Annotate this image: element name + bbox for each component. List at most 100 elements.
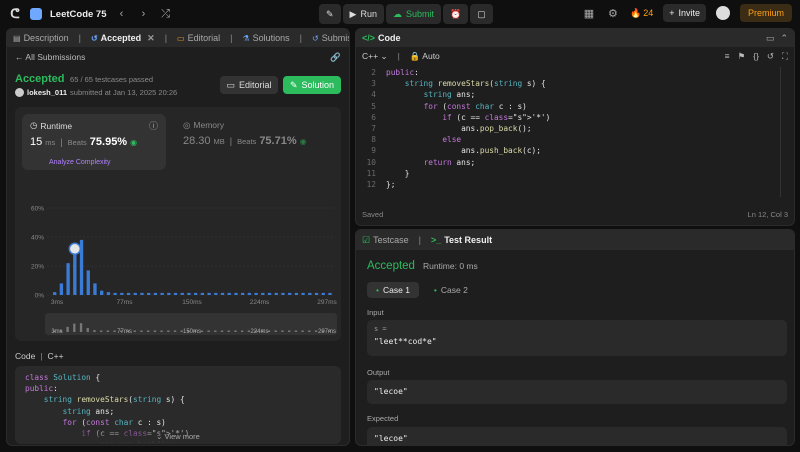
braces-icon[interactable]: {} <box>753 51 759 62</box>
navigator-bar <box>73 323 76 332</box>
format-icon[interactable]: ≡ <box>725 51 730 62</box>
chart-bar <box>301 292 305 295</box>
editor-scrollbar[interactable] <box>780 67 788 197</box>
case-1-label: Case 1 <box>382 285 410 295</box>
problem-list-title[interactable]: LeetCode 75 <box>50 9 107 20</box>
tab-code-label: Code <box>378 33 401 43</box>
status-text: Accepted <box>15 73 65 85</box>
notes-button[interactable]: ▢ <box>470 4 493 24</box>
line-number: 7 <box>371 124 376 134</box>
case-tabs: • Case 1 • Case 2 <box>367 282 477 298</box>
line-number: 11 <box>366 168 376 178</box>
input-box: s = "leet**cod*e" <box>367 320 787 356</box>
premium-button[interactable]: Premium <box>739 4 792 22</box>
invite-button[interactable]: + Invite <box>663 4 706 22</box>
code-line: string ans; <box>62 406 115 416</box>
navigator-bar <box>294 330 298 332</box>
tab-submissions[interactable]: ↺Submissions <box>312 33 349 43</box>
editor-line: 12}; <box>360 179 550 190</box>
editorial-button[interactable]: ▭ Editorial <box>220 76 278 94</box>
tab-test-result[interactable]: >_ Test Result <box>431 235 492 245</box>
tab-divider: | <box>164 33 168 43</box>
navigator-bar <box>160 330 163 332</box>
terminal-icon: >_ <box>430 235 442 245</box>
timer-button[interactable]: ⏰ <box>443 4 469 24</box>
case-1-tab[interactable]: • Case 1 <box>367 282 419 298</box>
editor-tabbar: </> Code ▭ ⌃ <box>356 29 794 47</box>
run-label: Run <box>360 9 377 19</box>
shuffle-icon[interactable]: ⤮ <box>159 8 173 21</box>
reset-icon[interactable]: ↺ <box>767 51 774 62</box>
navigator-bar <box>234 330 237 332</box>
chevron-up-icon[interactable]: ⌃ <box>780 33 788 44</box>
chart-bar <box>100 290 104 295</box>
bookmark-icon[interactable]: ⚑ <box>738 51 746 62</box>
editor-code[interactable]: 2 public: 3 string removeStars(string s) {… <box>360 67 551 190</box>
navigator-bar <box>147 330 150 332</box>
view-more-button[interactable]: ⌄ View more <box>15 432 341 441</box>
alarm-icon: ⏰ <box>450 8 462 19</box>
streak-counter[interactable]: 🔥 24 <box>630 8 653 19</box>
chart-bar <box>59 283 64 295</box>
submit-label: Submit <box>405 9 434 19</box>
chart-bar <box>261 292 265 295</box>
input-var: s = <box>374 325 387 333</box>
layout-icon[interactable]: ▦ <box>582 7 596 20</box>
result-tabbar: ☑ Testcase | >_ Test Result <box>356 230 794 250</box>
chart-bar <box>173 292 178 295</box>
code-editor-panel: </> Code ▭ ⌃ C++ ⌄ | 🔒 Auto ≡ ⚑ {} ↺ ⛶ 2p… <box>355 28 795 226</box>
input-label: Input <box>367 308 384 317</box>
all-submissions-link[interactable]: ← All Submissions <box>15 52 85 62</box>
navigator-bar <box>314 330 318 332</box>
navigator-bar <box>227 330 230 332</box>
share-link-icon[interactable]: 🔗 <box>330 52 341 63</box>
line-number: 6 <box>371 112 376 122</box>
code-divider: | <box>40 351 43 361</box>
line-number: 12 <box>366 180 376 190</box>
editor-line: 11 } <box>360 168 550 179</box>
leetcode-logo[interactable]: ᕦ <box>8 7 22 21</box>
close-tab-icon[interactable]: ✕ <box>147 33 155 44</box>
fullscreen-icon[interactable]: ⛶ <box>782 51 788 62</box>
chart-bar <box>294 292 299 295</box>
tab-description-label: Description <box>23 33 69 43</box>
tab-code[interactable]: </> Code <box>362 33 401 43</box>
next-problem-icon[interactable]: › <box>137 8 151 20</box>
minimize-icon[interactable]: ▭ <box>766 33 775 44</box>
solution-button[interactable]: ✎ Solution <box>283 76 341 94</box>
navigator-bar <box>153 330 157 332</box>
run-button[interactable]: ▶ Run <box>342 4 384 24</box>
invite-label: Invite <box>678 8 700 18</box>
settings-gear-icon[interactable]: ⚙ <box>606 7 620 20</box>
checkbox-icon: ☑ <box>362 234 371 245</box>
navigator-bar <box>301 330 304 332</box>
x-tick-label: 297ms <box>317 299 337 306</box>
editor-line: 3 string removeStars(string s) { <box>360 78 550 89</box>
navigator-bar <box>113 330 116 332</box>
line-number: 3 <box>371 79 376 89</box>
testcases-passed: 65 / 65 testcases passed <box>70 75 154 84</box>
submit-button[interactable]: ☁ Submit <box>385 4 441 24</box>
tab-solutions[interactable]: ⚗ Solutions <box>242 33 289 43</box>
tab-testcase[interactable]: ☑ Testcase <box>362 235 409 246</box>
x-tick-label: 224ms <box>250 299 270 306</box>
navigator-bar <box>93 330 96 332</box>
prev-problem-icon[interactable]: ‹ <box>115 8 129 20</box>
streak-value: 24 <box>643 8 654 18</box>
chart-bar <box>86 270 90 295</box>
case-2-tab[interactable]: • Case 2 <box>425 282 477 298</box>
navigator-tick-label: 3ms <box>51 329 62 335</box>
editor-line: 9 ans.push_back(c); <box>360 145 550 156</box>
tab-accepted[interactable]: ↺ Accepted ✕ <box>91 33 155 44</box>
history-icon: ↺ <box>312 33 319 43</box>
language-select[interactable]: C++ ⌄ <box>362 51 388 62</box>
submitter-username[interactable]: lokesh_011 <box>27 88 67 97</box>
auto-mode[interactable]: 🔒 Auto <box>410 51 440 62</box>
result-status-text: Accepted <box>367 260 415 272</box>
tab-editorial[interactable]: ▭ Editorial <box>177 33 220 43</box>
tab-description[interactable]: ▤ Description <box>13 33 69 43</box>
chart-bar <box>321 292 325 295</box>
debug-button[interactable]: ✎ <box>319 4 341 24</box>
runtime-distribution-chart[interactable]: 60% 40% 20% 0% 3ms 77ms 150ms 224ms 297ms 3ms 77ms… <box>15 107 341 341</box>
user-avatar[interactable] <box>715 6 730 20</box>
